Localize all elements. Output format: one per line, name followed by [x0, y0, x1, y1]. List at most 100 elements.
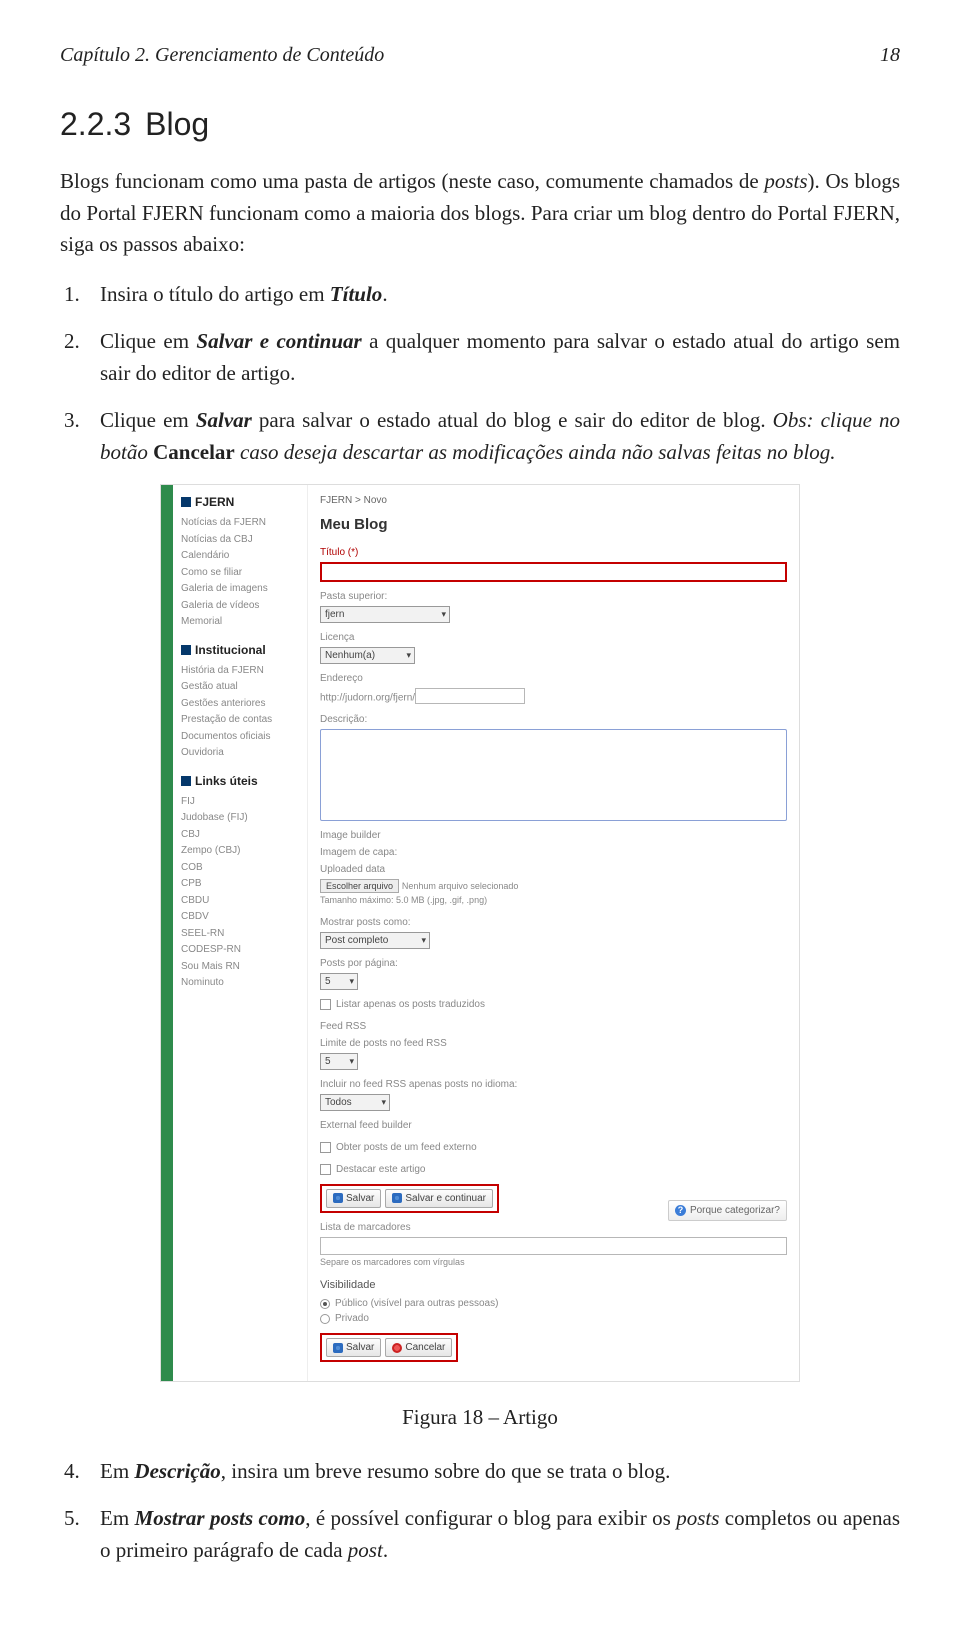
step-2: Clique em Salvar e continuar a qualquer … [100, 326, 900, 389]
figure-18: FJERN Notícias da FJERN Notícias da CBJ … [60, 484, 900, 1382]
pasta-label: Pasta superior: [320, 589, 787, 604]
sidebar-item[interactable]: Gestão atual [181, 679, 301, 696]
imagem-capa-label: Imagem de capa: [320, 845, 787, 860]
tamanho-max-text: Tamanho máximo: 5.0 MB (.jpg, .gif, .png… [320, 894, 787, 908]
salvar-button[interactable]: Salvar [326, 1189, 381, 1208]
endereco-prefix: http://judorn.org/fjern/ [320, 692, 415, 703]
sidebar-item[interactable]: Prestação de contas [181, 712, 301, 729]
sidebar-item[interactable]: Notícias da FJERN [181, 515, 301, 532]
limite-feed-select[interactable]: 5 [320, 1053, 358, 1070]
sidebar-item[interactable]: CPB [181, 876, 301, 893]
page-title: Meu Blog [320, 514, 787, 537]
save-row-highlighted: Salvar Salvar e continuar [320, 1184, 499, 1213]
titulo-label: Título (*) [320, 545, 787, 560]
sidebar-item[interactable]: SEEL-RN [181, 926, 301, 943]
page-header: Capítulo 2. Gerenciamento de Conteúdo 18 [60, 40, 900, 70]
figure-caption: Figura 18 – Artigo [60, 1402, 900, 1434]
sidebar-item[interactable]: CBJ [181, 827, 301, 844]
sidebar: FJERN Notícias da FJERN Notícias da CBJ … [173, 485, 308, 1381]
sidebar-item[interactable]: Nominuto [181, 975, 301, 992]
salvar-continuar-button[interactable]: Salvar e continuar [385, 1189, 493, 1208]
sidebar-item[interactable]: CBDV [181, 909, 301, 926]
endereco-input[interactable] [415, 688, 525, 704]
publico-label: Público (visível para outras pessoas) [335, 1296, 498, 1311]
sidebar-item[interactable]: Calendário [181, 548, 301, 565]
steps-list: Insira o título do artigo em Título. Cli… [60, 279, 900, 469]
licenca-label: Licença [320, 630, 787, 645]
posts-pagina-label: Posts por página: [320, 956, 787, 971]
intro-paragraph: Blogs funcionam como uma pasta de artigo… [60, 166, 900, 261]
mostrar-posts-select[interactable]: Post completo [320, 932, 430, 949]
sidebar-item[interactable]: COB [181, 860, 301, 877]
privado-radio[interactable] [320, 1314, 330, 1324]
publico-radio[interactable] [320, 1299, 330, 1309]
lista-marcadores-label: Lista de marcadores [320, 1220, 787, 1235]
section-title-text: Blog [145, 106, 209, 142]
disk-icon [333, 1343, 343, 1353]
sidebar-item[interactable]: FIJ [181, 794, 301, 811]
destacar-label: Destacar este artigo [336, 1162, 426, 1177]
separe-text: Separe os marcadores com vírgulas [320, 1257, 465, 1267]
incluir-feed-select[interactable]: Todos [320, 1094, 390, 1111]
obter-posts-label: Obter posts de um feed externo [336, 1140, 477, 1155]
main-form: FJERN > Novo Meu Blog Título (*) Pasta s… [308, 485, 799, 1381]
lista-marcadores-input[interactable] [320, 1237, 787, 1255]
privado-label: Privado [335, 1311, 369, 1326]
porque-categorizar-link[interactable]: Porque categorizar? [668, 1200, 787, 1221]
external-feed-label: External feed builder [320, 1118, 787, 1133]
uploaded-label: Uploaded data [320, 862, 787, 877]
disk-icon [333, 1193, 343, 1203]
sidebar-item[interactable]: Como se filiar [181, 565, 301, 582]
sidebar-item[interactable]: CBDU [181, 893, 301, 910]
sidebar-item[interactable]: Notícias da CBJ [181, 532, 301, 549]
step-4: Em Descrição, insira um breve resumo sob… [100, 1456, 900, 1488]
mostrar-posts-label: Mostrar posts como: [320, 915, 787, 930]
chapter-title: Capítulo 2. Gerenciamento de Conteúdo [60, 40, 384, 70]
sidebar-item[interactable]: Ouvidoria [181, 745, 301, 762]
endereco-label: Endereço [320, 671, 787, 686]
cancel-icon [392, 1343, 402, 1353]
step-5: Em Mostrar posts como, é possível config… [100, 1503, 900, 1566]
destacar-checkbox[interactable] [320, 1164, 331, 1175]
nenhum-arquivo-text: Nenhum arquivo selecionado [402, 881, 519, 891]
sidebar-item[interactable]: Zempo (CBJ) [181, 843, 301, 860]
limite-feed-label: Limite de posts no feed RSS [320, 1036, 787, 1051]
listar-traduzidos-label: Listar apenas os posts traduzidos [336, 997, 485, 1012]
listar-traduzidos-checkbox[interactable] [320, 999, 331, 1010]
sidebar-item[interactable]: História da FJERN [181, 663, 301, 680]
obter-posts-checkbox[interactable] [320, 1142, 331, 1153]
sidebar-item[interactable]: Gestões anteriores [181, 696, 301, 713]
feed-rss-label: Feed RSS [320, 1019, 787, 1034]
step-3: Clique em Salvar para salvar o estado at… [100, 405, 900, 468]
sidebar-item[interactable]: CODESP-RN [181, 942, 301, 959]
salvar-button-bottom[interactable]: Salvar [326, 1338, 381, 1357]
page-number: 18 [880, 40, 900, 70]
sidebar-item[interactable]: Documentos oficiais [181, 729, 301, 746]
descricao-textarea[interactable] [320, 729, 787, 821]
cancelar-button[interactable]: Cancelar [385, 1338, 452, 1357]
sidebar-item[interactable]: Sou Mais RN [181, 959, 301, 976]
sidebar-item[interactable]: Judobase (FIJ) [181, 810, 301, 827]
incluir-feed-label: Incluir no feed RSS apenas posts no idio… [320, 1077, 787, 1092]
descricao-label: Descrição: [320, 712, 787, 727]
escolher-arquivo-button[interactable]: Escolher arquivo [320, 879, 399, 893]
sidebar-group-links: Links úteis [181, 772, 301, 790]
licenca-select[interactable]: Nenhum(a) [320, 647, 415, 664]
screenshot: FJERN Notícias da FJERN Notícias da CBJ … [160, 484, 800, 1382]
left-accent-bar [161, 485, 173, 1381]
step-1: Insira o título do artigo em Título. [100, 279, 900, 311]
disk-icon [392, 1193, 402, 1203]
section-number: 2.2.3 [60, 106, 131, 142]
visibilidade-label: Visibilidade [320, 1277, 787, 1294]
save-cancel-highlighted: Salvar Cancelar [320, 1333, 458, 1362]
pasta-select[interactable]: fjern [320, 606, 450, 623]
image-builder-label: Image builder [320, 828, 787, 843]
posts-pagina-select[interactable]: 5 [320, 973, 358, 990]
breadcrumb[interactable]: FJERN > Novo [320, 493, 787, 508]
sidebar-item[interactable]: Galeria de imagens [181, 581, 301, 598]
sidebar-item[interactable]: Galeria de vídeos [181, 598, 301, 615]
section-heading: 2.2.3 Blog [60, 100, 900, 148]
sidebar-group-institucional: Institucional [181, 641, 301, 659]
sidebar-item[interactable]: Memorial [181, 614, 301, 631]
titulo-input[interactable] [320, 562, 787, 582]
